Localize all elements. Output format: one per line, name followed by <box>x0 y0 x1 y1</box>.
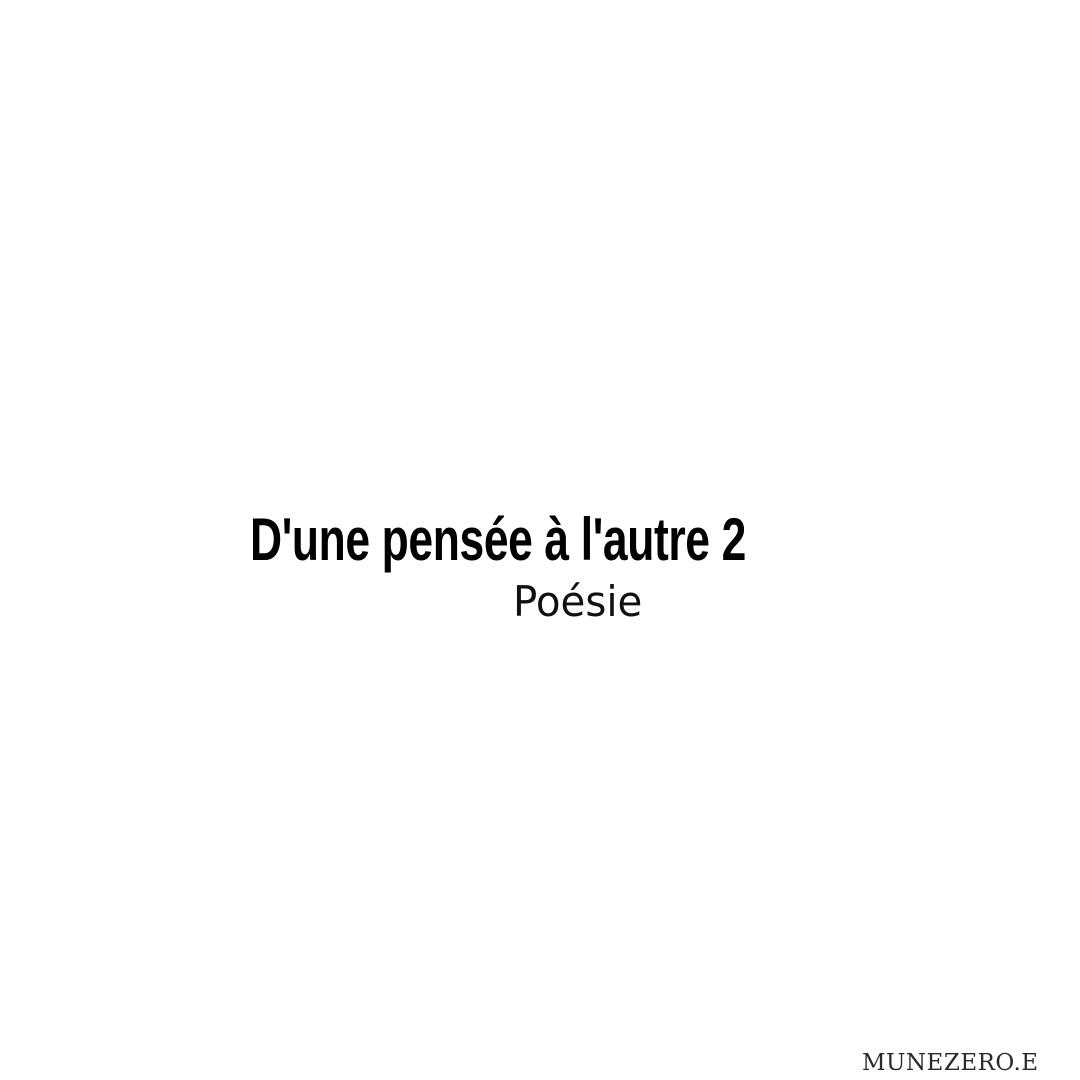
author-signature: MUNEZERO.E <box>862 1050 1039 1076</box>
cover-title: D'une pensée à l'autre 2 <box>250 506 746 573</box>
cover-page: D'une pensée à l'autre 2 Poésie MUNEZERO… <box>0 0 1080 1080</box>
cover-subtitle: Poésie <box>513 577 643 626</box>
